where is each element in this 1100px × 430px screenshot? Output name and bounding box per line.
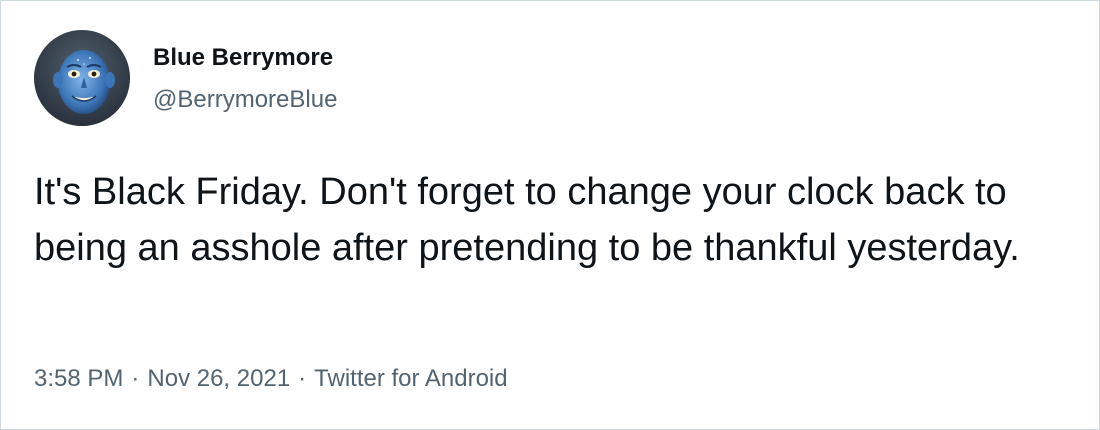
- tweet-text: It's Black Friday. Don't forget to chang…: [34, 171, 1020, 269]
- meta-separator: ·: [298, 365, 307, 392]
- tweet-source[interactable]: Twitter for Android: [314, 365, 507, 392]
- meta-separator: ·: [131, 365, 140, 392]
- author-display-name[interactable]: Blue Berrymore: [153, 43, 333, 73]
- author-handle[interactable]: @BerrymoreBlue: [153, 85, 337, 115]
- tweet-metadata: 3:58 PM · Nov 26, 2021 · Twitter for Android: [34, 364, 508, 394]
- avatar[interactable]: [34, 30, 130, 126]
- tweet-card: Blue Berrymore @BerrymoreBlue It's Black…: [0, 0, 1100, 430]
- avatar-blue-face-image: [34, 30, 130, 126]
- tweet-time[interactable]: 3:58 PM: [34, 365, 123, 392]
- tweet-date[interactable]: Nov 26, 2021: [147, 365, 290, 392]
